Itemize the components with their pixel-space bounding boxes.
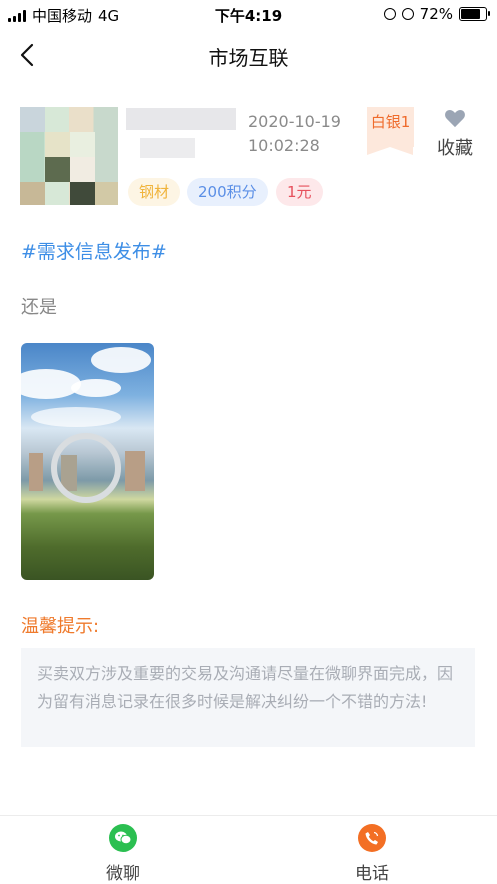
heart-icon xyxy=(445,109,465,128)
alarm-icon xyxy=(401,8,414,20)
battery-percent: 72% xyxy=(419,5,453,23)
favorite-label: 收藏 xyxy=(437,138,473,159)
post-content: 还是 xyxy=(21,297,57,318)
phone-button[interactable]: 电话 xyxy=(312,824,432,884)
phone-icon xyxy=(358,824,386,852)
avatar[interactable] xyxy=(20,107,118,205)
chat-button[interactable]: 微聊 xyxy=(63,824,183,884)
favorite-button[interactable]: 收藏 xyxy=(430,108,480,160)
tag-price: 1元 xyxy=(276,178,323,206)
topic-hashtag[interactable]: #需求信息发布# xyxy=(21,237,167,264)
tips-box: 买卖双方涉及重要的交易及沟通请尽量在微聊界面完成，因为留有消息记录在很多时候是解… xyxy=(21,648,475,747)
status-bar: 中国移动 4G 下午4:19 72% xyxy=(0,0,497,28)
post-image[interactable] xyxy=(21,343,154,580)
bottom-action-bar: 微聊 电话 xyxy=(0,815,497,884)
tips-title: 温馨提示: xyxy=(21,616,100,637)
battery-icon xyxy=(459,7,490,21)
phone-label: 电话 xyxy=(355,864,389,884)
wechat-icon xyxy=(109,824,137,852)
post-datetime: 2020-10-19 10:02:28 xyxy=(248,110,341,158)
orientation-lock-icon xyxy=(383,8,396,20)
post-time: 10:02:28 xyxy=(248,136,320,155)
tag-points: 200积分 xyxy=(187,178,268,206)
username-blurred xyxy=(126,108,236,130)
nav-bar: 市场互联 xyxy=(0,28,497,84)
tips-text: 买卖双方涉及重要的交易及沟通请尽量在微聊界面完成，因为留有消息记录在很多时候是解… xyxy=(37,664,454,711)
post-date: 2020-10-19 xyxy=(248,112,341,131)
chat-label: 微聊 xyxy=(106,864,140,884)
username-blurred-line2 xyxy=(140,138,195,158)
tag-category: 钢材 xyxy=(128,178,181,206)
rank-badge-label: 白银1 xyxy=(370,113,411,131)
rank-badge: 白银1 xyxy=(367,107,414,155)
page-title: 市场互联 xyxy=(208,46,289,70)
